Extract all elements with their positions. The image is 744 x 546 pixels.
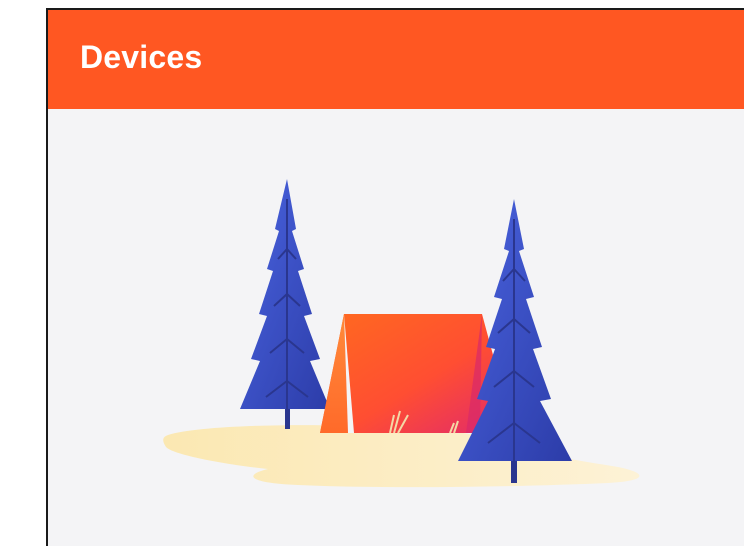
- screen-frame: Devices: [0, 0, 744, 546]
- left-pine-tree: [240, 179, 330, 429]
- app-bar: Devices: [48, 10, 744, 109]
- devices-screen: Devices: [46, 8, 744, 546]
- empty-state-content: [48, 109, 744, 546]
- page-title: Devices: [80, 39, 203, 75]
- camping-illustration: [163, 179, 640, 488]
